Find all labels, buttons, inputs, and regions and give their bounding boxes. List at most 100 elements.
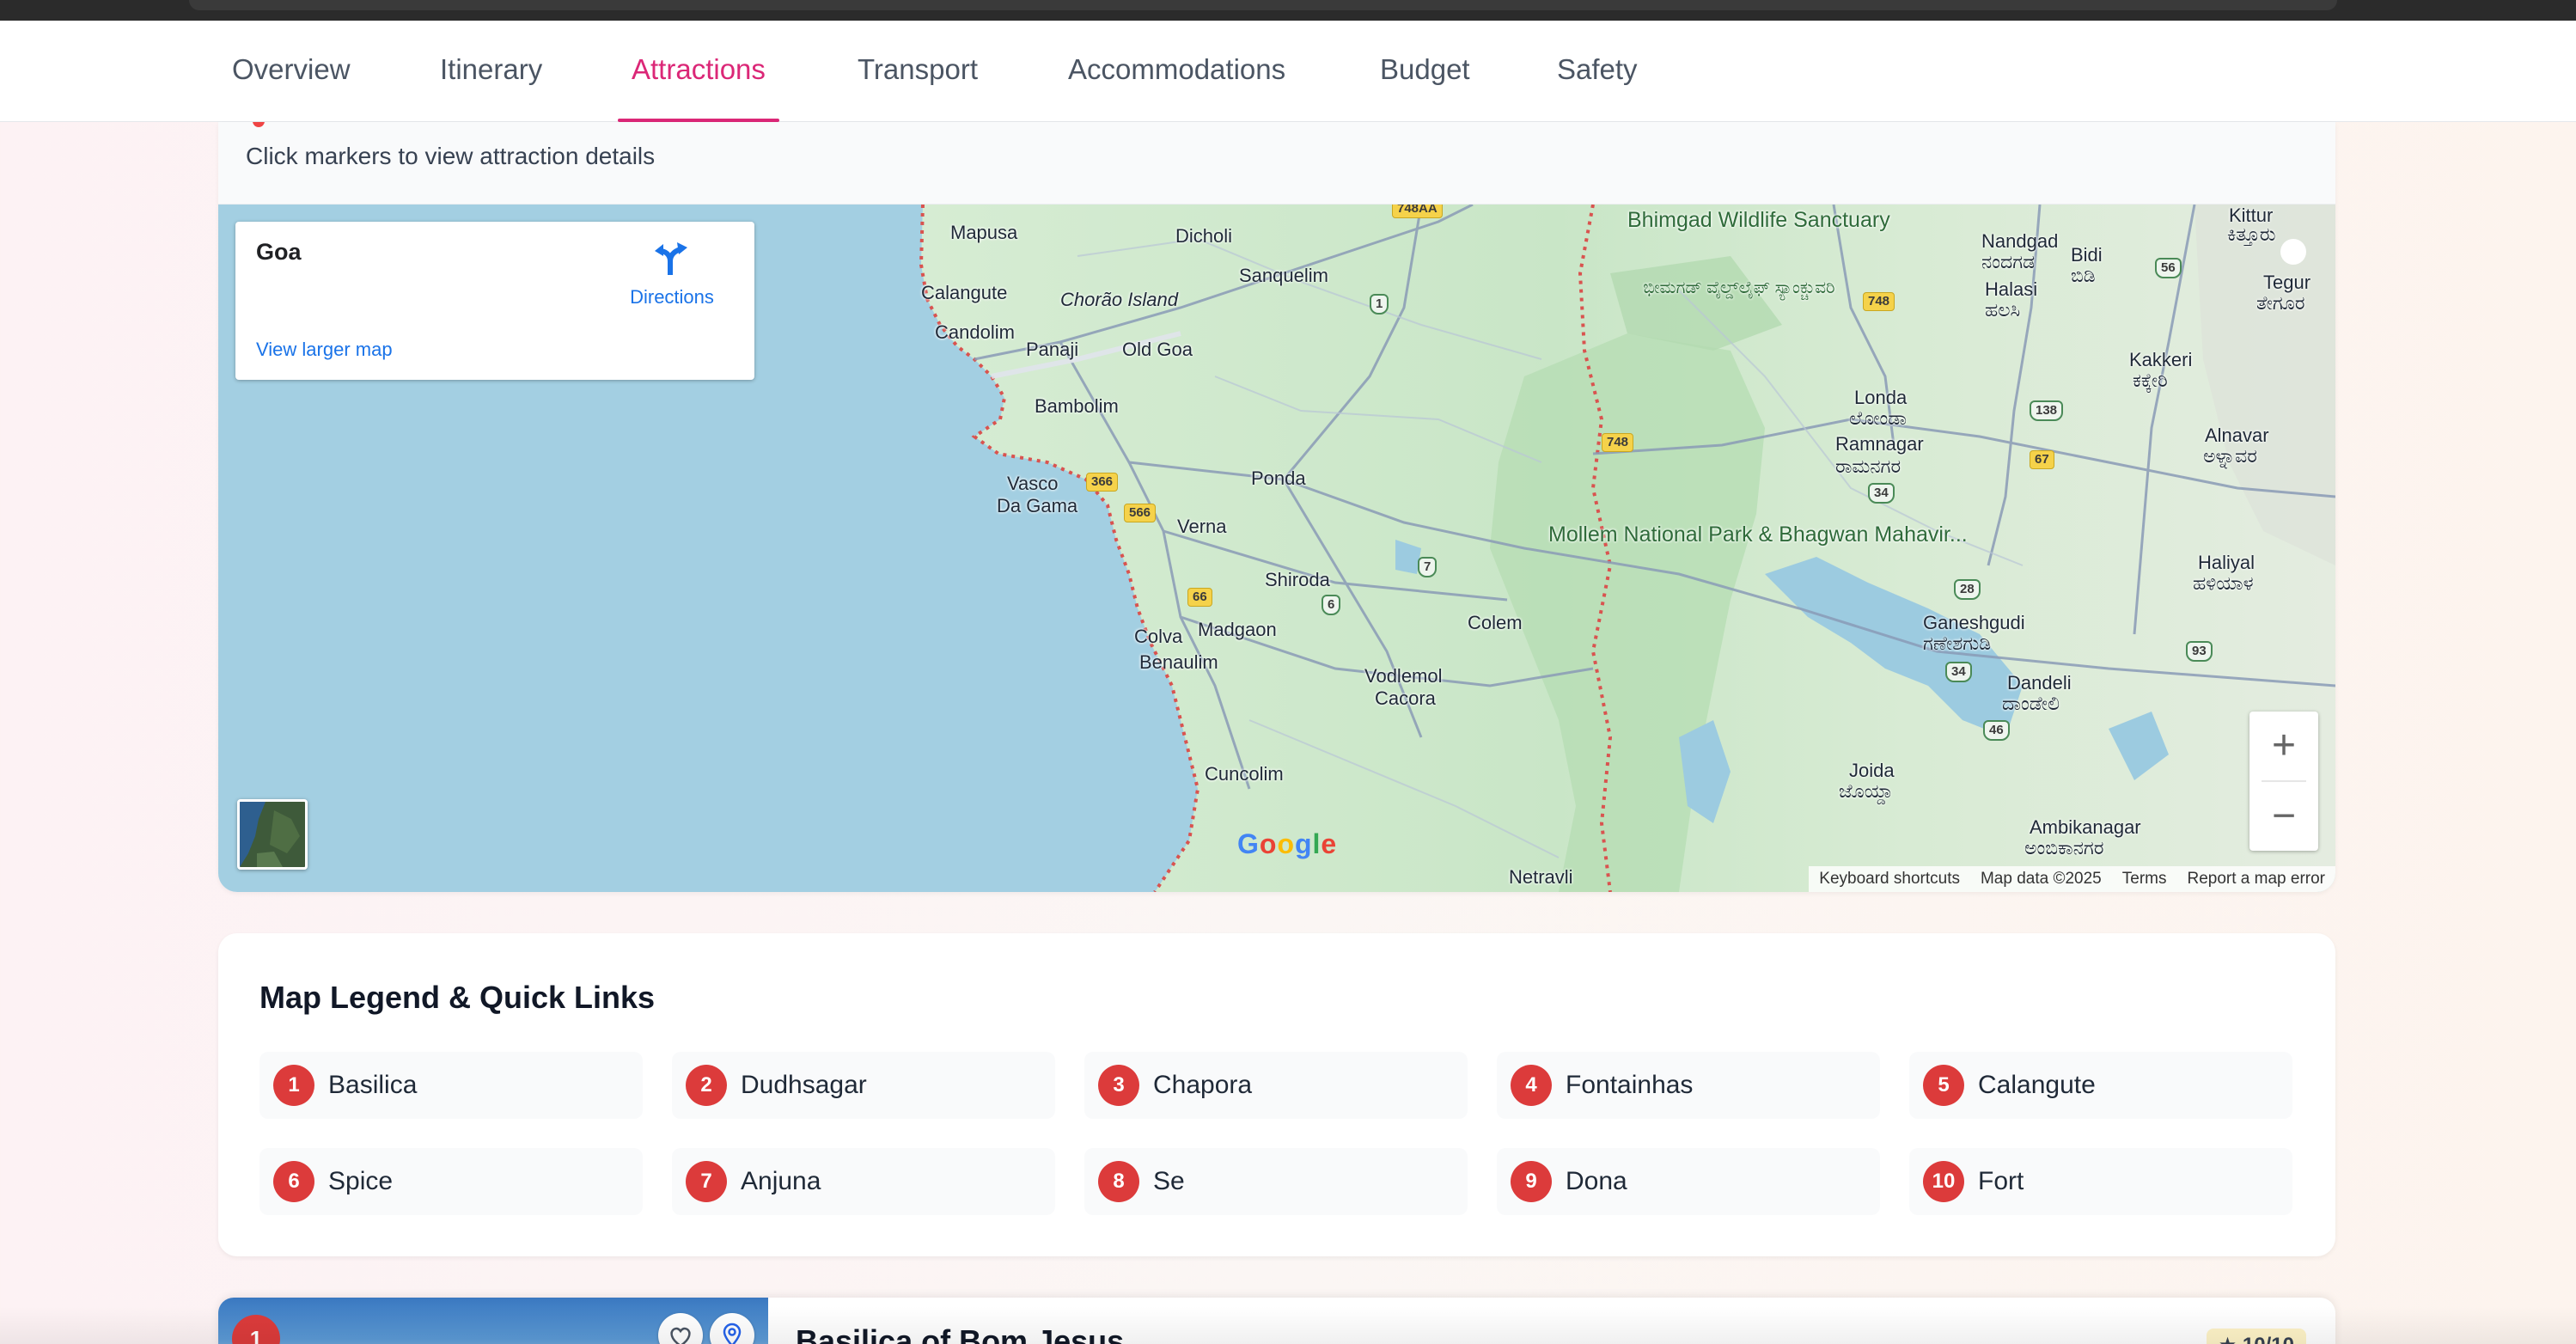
embedded-google-map[interactable]: Mapusa Dicholi Sanquelim Calangute Chorã… <box>218 205 2335 892</box>
highway-shield: 1 <box>1370 294 1389 315</box>
directions-button[interactable]: Directions <box>620 241 723 309</box>
map-label: ಹಲಸಿ <box>1985 299 2021 321</box>
zoom-in-button[interactable]: + <box>2249 712 2318 780</box>
map-label: Bambolim <box>1035 395 1119 417</box>
legend-item-calangute[interactable]: 5 Calangute <box>1909 1052 2292 1119</box>
legend-item-label: Dona <box>1566 1167 1627 1195</box>
map-park-label: ಭೀಮಗಡ್ ವೈಲ್ಡ್‌ಲೈಫ್ ಸ್ಯಾಂಕ್ಚುವರಿ <box>1643 278 1835 297</box>
map-label: ರಾಮನಗರ <box>1835 455 1901 477</box>
legend-item-chapora[interactable]: 3 Chapora <box>1084 1052 1468 1119</box>
map-label: ಕಿತ್ತೂರು <box>2227 223 2276 245</box>
highway-shield: 67 <box>2030 450 2054 469</box>
satellite-toggle-button[interactable] <box>237 799 308 870</box>
legend-marker-number: 7 <box>686 1161 727 1202</box>
highway-shield: 748 <box>1602 433 1634 452</box>
highway-shield: 6 <box>1322 595 1341 615</box>
legend-item-anjuna[interactable]: 7 Anjuna <box>672 1148 1055 1215</box>
map-label: Candolim <box>935 321 1015 343</box>
map-label: Calangute <box>921 282 1008 303</box>
map-label: Cacora <box>1375 687 1436 709</box>
terms-link[interactable]: Terms <box>2122 870 2167 889</box>
map-label: ಗಣೇಶಗುಡಿ <box>1923 632 1992 654</box>
map-label: Benaulim <box>1139 651 1218 673</box>
map-label: Shiroda <box>1265 569 1330 590</box>
favorite-button[interactable] <box>658 1313 703 1344</box>
map-label: Bidi <box>2071 244 2103 266</box>
map-label: Halasi <box>1985 278 2038 300</box>
legend-item-fontainhas[interactable]: 4 Fontainhas <box>1497 1052 1880 1119</box>
place-title: Goa <box>256 239 302 265</box>
map-label: Joida <box>1849 760 1895 781</box>
map-label: ತೇಗೂರ <box>2256 292 2305 314</box>
highway-shield: 138 <box>2030 400 2064 421</box>
map-label: ಹಳಿಯಾಳ <box>2193 572 2254 594</box>
attraction-card: 1 Basilica of Bom Jesus ★ 10/10 <box>218 1298 2335 1344</box>
highway-shield: 566 <box>1124 504 1157 522</box>
legend-item-dudhsagar[interactable]: 2 Dudhsagar <box>672 1052 1055 1119</box>
directions-icon <box>655 242 687 275</box>
browser-top-bar <box>189 0 2337 10</box>
tab-budget[interactable]: Budget <box>1366 21 1484 122</box>
map-label: Ganeshgudi <box>1923 612 2025 633</box>
highway-shield: 7 <box>1418 557 1438 577</box>
map-zoom-control: + − <box>2249 712 2318 851</box>
map-label: Ambikanagar <box>2030 816 2141 838</box>
satellite-thumbnail-icon <box>240 802 305 867</box>
legend-item-fort[interactable]: 10 Fort <box>1909 1148 2292 1215</box>
highway-shield: 46 <box>1983 720 2010 741</box>
legend-item-dona[interactable]: 9 Dona <box>1497 1148 1880 1215</box>
map-data-credit: Map data ©2025 <box>1980 870 2102 888</box>
legend-marker-number: 2 <box>686 1065 727 1106</box>
map-label: ದಾಂಡೇಲಿ <box>2002 693 2060 714</box>
section-tab-bar: Overview Itinerary Attractions Transport… <box>0 21 2576 122</box>
legend-item-label: Dudhsagar <box>741 1071 867 1099</box>
location-pin-icon <box>723 1323 742 1344</box>
google-logo: Google <box>1237 828 1338 859</box>
directions-label: Directions <box>630 286 714 308</box>
tab-itinerary[interactable]: Itinerary <box>426 21 556 122</box>
attractions-map-card: Click markers to view attraction details <box>218 122 2335 892</box>
report-map-error-link[interactable]: Report a map error <box>2187 870 2325 889</box>
tab-safety[interactable]: Safety <box>1543 21 1651 122</box>
map-label: Dicholi <box>1175 225 1233 247</box>
map-label: ಅಂಬಿಕಾನಗರ <box>2024 837 2104 858</box>
browser-top-strip <box>0 0 2576 21</box>
map-marker-dot[interactable] <box>2280 239 2306 265</box>
view-larger-map-link[interactable]: View larger map <box>256 339 393 361</box>
map-label: Ramnagar <box>1835 433 1924 455</box>
keyboard-shortcuts-link[interactable]: Keyboard shortcuts <box>1819 870 1960 889</box>
map-label: Sanquelim <box>1239 265 1328 286</box>
legend-item-label: Basilica <box>328 1071 418 1099</box>
map-label: ಜೊಯ್ಡಾ <box>1839 780 1894 802</box>
zoom-out-button[interactable]: − <box>2249 782 2318 851</box>
heart-icon <box>670 1327 691 1344</box>
map-label: Nandgad <box>1981 230 2059 252</box>
map-card-header: Click markers to view attraction details <box>218 122 2335 205</box>
map-label: Londa <box>1854 387 1908 408</box>
legend-marker-number: 4 <box>1511 1065 1552 1106</box>
locate-on-map-button[interactable] <box>710 1313 754 1344</box>
highway-shield: 34 <box>1945 662 1972 682</box>
legend-item-se[interactable]: 8 Se <box>1084 1148 1468 1215</box>
legend-marker-number: 5 <box>1923 1065 1964 1106</box>
tab-accommodations[interactable]: Accommodations <box>1054 21 1299 122</box>
tab-overview[interactable]: Overview <box>218 21 364 122</box>
highway-shield: 748AA <box>1392 205 1443 218</box>
legend-item-spice[interactable]: 6 Spice <box>259 1148 643 1215</box>
map-label: Verna <box>1177 516 1227 537</box>
legend-marker-number: 3 <box>1098 1065 1139 1106</box>
legend-item-basilica[interactable]: 1 Basilica <box>259 1052 643 1119</box>
legend-item-label: Fort <box>1978 1167 2024 1195</box>
tab-attractions[interactable]: Attractions <box>618 21 779 122</box>
attraction-rating-badge: ★ 10/10 <box>2206 1329 2306 1344</box>
legend-item-label: Spice <box>328 1167 394 1195</box>
highway-shield: 34 <box>1868 483 1895 504</box>
legend-item-label: Se <box>1153 1167 1185 1195</box>
highway-shield: 366 <box>1086 473 1119 492</box>
tab-transport[interactable]: Transport <box>844 21 992 122</box>
legend-marker-number: 6 <box>273 1161 314 1202</box>
legend-heading: Map Legend & Quick Links <box>259 980 656 1015</box>
map-label: ಅಳ್ನಾವರ <box>2203 445 2257 467</box>
map-legend-card: Map Legend & Quick Links 1 Basilica 2 Du… <box>218 933 2335 1256</box>
legend-marker-number: 9 <box>1511 1161 1552 1202</box>
